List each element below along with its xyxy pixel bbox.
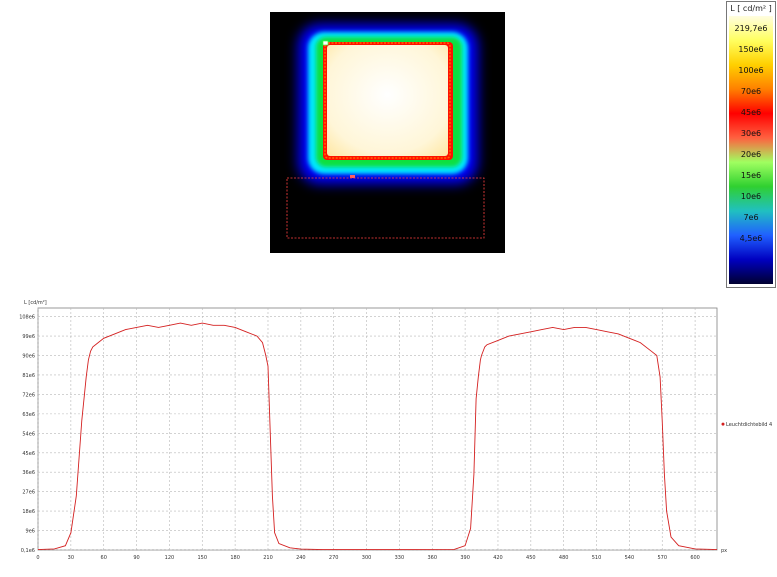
y-axis-label: L [cd/m²] [24, 300, 47, 306]
color-scale-tick: 100e6 [738, 66, 764, 75]
y-tick-label: 63e6 [22, 412, 35, 418]
x-tick-label: 150 [198, 555, 208, 561]
x-axis-unit: px [721, 548, 727, 554]
color-scale-tick: 70e6 [740, 87, 762, 96]
y-tick-label: 45e6 [22, 451, 35, 457]
x-tick-label: 480 [559, 555, 569, 561]
x-tick-label: 120 [165, 555, 175, 561]
profile-chart-svg: 0,1e6 9e6 18e6 27e6 36e6 45e6 54e6 63e6 72e6 81e6… [19, 300, 772, 561]
x-tick-label: 180 [230, 555, 240, 561]
luminance-profile-chart: 0,1e6 9e6 18e6 27e6 36e6 45e6 54e6 63e6 72e6 81e6… [0, 296, 777, 577]
x-tick-label: 60 [101, 555, 107, 561]
plot-area [37, 307, 718, 551]
y-tick-label: 18e6 [22, 509, 35, 515]
luminance-image [270, 12, 505, 253]
color-scale-tick: 10e6 [740, 192, 762, 201]
marker-bottom [350, 175, 355, 178]
y-tick-label: 72e6 [22, 392, 35, 398]
color-scale-tick: 15e6 [740, 171, 762, 180]
color-scale-tick: 20e6 [740, 150, 762, 159]
x-tick-label: 90 [133, 555, 139, 561]
y-tick-label: 27e6 [22, 490, 35, 496]
emitter-core [327, 45, 448, 156]
legend-label: Leuchtdichtebild 4 [726, 422, 772, 428]
x-tick-label: 600 [690, 555, 700, 561]
color-scale-tick: 30e6 [740, 129, 762, 138]
y-tick-label: 9e6 [26, 529, 35, 535]
x-tick-label: 210 [263, 555, 273, 561]
x-tick-label: 450 [526, 555, 536, 561]
color-scale-title: L [ cd/m² ] [730, 4, 772, 13]
y-tick-label: 36e6 [22, 470, 35, 476]
y-tick-label: 108e6 [19, 315, 35, 321]
color-scale-tick: 7e6 [743, 213, 759, 222]
color-scale-tick: 150e6 [738, 45, 764, 54]
y-tick-label: 90e6 [22, 354, 35, 360]
x-tick-label: 300 [362, 555, 372, 561]
color-scale-tick: 219,7e6 [734, 24, 768, 33]
y-tick-label: 54e6 [22, 431, 35, 437]
luminance-heatmap [286, 24, 485, 239]
color-scale-tick: 45e6 [740, 108, 762, 117]
x-tick-label: 390 [460, 555, 470, 561]
y-tick-label: 99e6 [22, 334, 35, 340]
x-tick-label: 240 [296, 555, 306, 561]
x-tick-label: 510 [592, 555, 602, 561]
x-tick-label: 0 [36, 555, 39, 561]
legend-marker [721, 422, 725, 426]
x-tick-label: 30 [68, 555, 74, 561]
x-tick-label: 360 [427, 555, 437, 561]
roi-rectangle [286, 177, 485, 239]
x-tick-label: 270 [329, 555, 339, 561]
y-tick-label: 81e6 [22, 373, 35, 379]
x-tick-label: 420 [493, 555, 503, 561]
x-tick-label: 330 [395, 555, 405, 561]
y-tick-label: 0,1e6 [21, 548, 35, 554]
x-tick-label: 540 [625, 555, 635, 561]
color-scale-tick: 4,5e6 [739, 234, 763, 243]
marker-top-left [322, 40, 329, 46]
x-tick-label: 570 [657, 555, 667, 561]
color-scale-legend: L [ cd/m² ] 219,7e6 150e6 100e6 70e6 45e6 30e… [726, 1, 776, 288]
